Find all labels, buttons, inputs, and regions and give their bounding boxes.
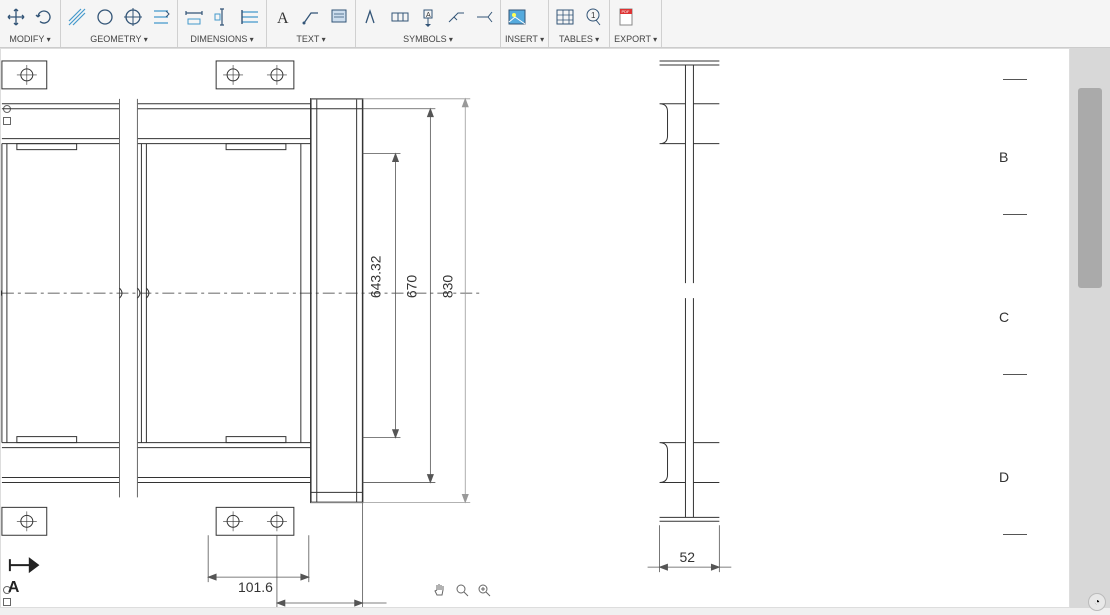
ribbon-toolbar: MODIFY GEOMETRY DIMENSIONS A TEXT A	[0, 0, 1110, 48]
dim-v2-text[interactable]: 670	[403, 275, 419, 299]
zone-c: C	[999, 309, 1009, 325]
linear-dim-icon[interactable]	[182, 5, 206, 29]
bracket-bot-right	[216, 507, 294, 535]
export-label[interactable]: EXPORT	[614, 32, 657, 46]
center-mark-icon[interactable]	[121, 5, 145, 29]
drawing-svg: 643.32 670 830 101.6 111.12 52 A	[1, 49, 1069, 607]
leader-icon[interactable]	[299, 5, 323, 29]
dim-h3-text[interactable]: 52	[679, 549, 695, 565]
weld-icon[interactable]	[444, 5, 468, 29]
bracket-top-left	[2, 61, 47, 89]
aligned-dim-icon[interactable]	[210, 5, 234, 29]
svg-text:PDF: PDF	[622, 9, 631, 14]
help-icon[interactable]: ◔	[1088, 593, 1106, 611]
drawing-canvas[interactable]: 643.32 670 830 101.6 111.12 52 A B C D	[0, 48, 1070, 608]
gdt-frame-icon[interactable]	[388, 5, 412, 29]
dim-h1-text[interactable]: 101.6	[238, 579, 273, 595]
move-icon[interactable]	[4, 5, 28, 29]
offset-icon[interactable]	[149, 5, 173, 29]
zoom-fit-icon[interactable]	[453, 581, 471, 599]
bracket-bot-left	[2, 507, 47, 535]
hatch-icon[interactable]	[65, 5, 89, 29]
zone-tick	[1003, 534, 1027, 535]
dim-v3-text[interactable]: 830	[439, 275, 455, 299]
zone-tick	[1003, 374, 1027, 375]
scrollbar-thumb[interactable]	[1078, 88, 1102, 288]
zone-b: B	[999, 149, 1008, 165]
symbols-label[interactable]: SYMBOLS	[360, 32, 496, 46]
datum-icon[interactable]: A	[416, 5, 440, 29]
modify-label[interactable]: MODIFY	[4, 32, 56, 46]
zone-d: D	[999, 469, 1009, 485]
tables-label[interactable]: TABLES	[553, 32, 605, 46]
zoom-window-icon[interactable]	[475, 581, 493, 599]
image-icon[interactable]	[505, 5, 529, 29]
group-export: PDF EXPORT	[610, 0, 662, 47]
text-icon[interactable]: A	[271, 5, 295, 29]
table-icon[interactable]	[553, 5, 577, 29]
dimensions-label[interactable]: DIMENSIONS	[182, 32, 262, 46]
group-dimensions: DIMENSIONS	[178, 0, 267, 47]
insert-label[interactable]: INSERT	[505, 32, 544, 46]
group-text: A TEXT	[267, 0, 356, 47]
section-label-a[interactable]: A	[8, 579, 20, 596]
bracket-top-right	[216, 61, 294, 89]
vertical-scrollbar[interactable]	[1070, 48, 1110, 608]
text-label[interactable]: TEXT	[271, 32, 351, 46]
dim-v1-text[interactable]: 643.32	[368, 255, 384, 298]
pdf-icon[interactable]: PDF	[614, 5, 638, 29]
group-tables: 1 TABLES	[549, 0, 610, 47]
group-insert: INSERT	[501, 0, 549, 47]
section-arrow-a	[10, 559, 38, 571]
note-icon[interactable]	[327, 5, 351, 29]
svg-text:A: A	[426, 12, 431, 19]
dim-h2-text[interactable]: 111.12	[297, 606, 338, 607]
svg-text:A: A	[277, 10, 289, 27]
dim-830	[311, 99, 470, 503]
group-modify: MODIFY	[0, 0, 61, 47]
geometry-label[interactable]: GEOMETRY	[65, 32, 173, 46]
taper-icon[interactable]	[472, 5, 496, 29]
group-symbols: A SYMBOLS	[356, 0, 501, 47]
zone-tick	[1003, 79, 1027, 80]
group-geometry: GEOMETRY	[61, 0, 178, 47]
rotate-icon[interactable]	[32, 5, 56, 29]
svg-text:1: 1	[591, 11, 596, 20]
surface-finish-icon[interactable]	[360, 5, 384, 29]
zone-tick	[1003, 214, 1027, 215]
balloon-icon[interactable]: 1	[581, 5, 605, 29]
side-view	[660, 61, 720, 521]
circle-icon[interactable]	[93, 5, 117, 29]
view-controls	[431, 581, 493, 599]
pan-icon[interactable]	[431, 581, 449, 599]
baseline-dim-icon[interactable]	[238, 5, 262, 29]
dim-101	[208, 535, 309, 582]
